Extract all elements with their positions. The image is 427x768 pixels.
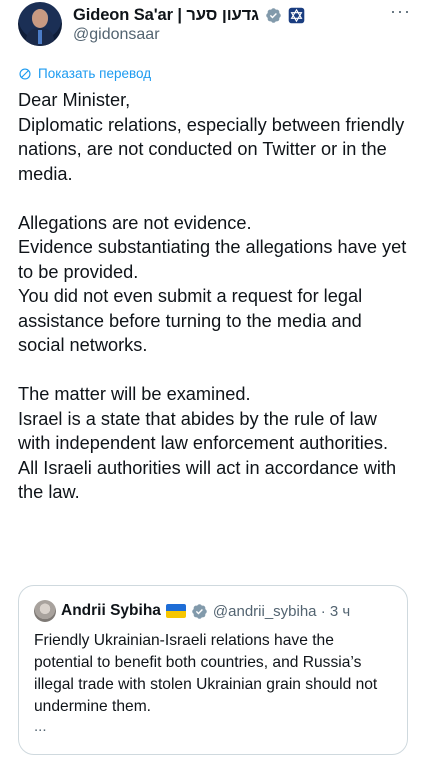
tweet-body: Dear Minister, Diplomatic relations, esp…: [18, 88, 413, 505]
quoted-tweet-text: Friendly Ukrainian-Israeli relations hav…: [34, 632, 378, 715]
quoted-author-name[interactable]: Andrii Sybiha: [61, 602, 161, 620]
author-name[interactable]: Gideon Sa'ar | גדעון סער: [73, 6, 259, 25]
quoted-tweet-header: Andrii Sybiha @andrii_sybiha · 3 ч: [34, 600, 350, 622]
tweet-line: The matter will be examined.: [18, 384, 251, 404]
quoted-tweet-ellipsis: ...: [34, 718, 47, 735]
quoted-author-avatar[interactable]: [34, 600, 56, 622]
tweet-line: Dear Minister,: [18, 90, 131, 110]
tweet-line: Israel is a state that abides by the rul…: [18, 408, 389, 454]
tweet-line: Diplomatic relations, especially between…: [18, 114, 405, 184]
quoted-handle-time[interactable]: @andrii_sybiha · 3 ч: [213, 603, 350, 620]
tweet-line: All Israeli authorities will act in acco…: [18, 457, 397, 503]
ukraine-flag-icon: [165, 604, 186, 618]
author-avatar[interactable]: [18, 2, 62, 46]
quoted-tweet[interactable]: Andrii Sybiha @andrii_sybiha · 3 ч Frien…: [18, 585, 408, 755]
author-name-row: Gideon Sa'ar | גדעון סער: [73, 4, 305, 26]
more-options-icon[interactable]: ···: [390, 2, 411, 20]
tweet-line: Allegations are not evidence.: [18, 212, 252, 233]
translate-icon: [19, 67, 31, 80]
tweet-line: Evidence substantiating the allegations …: [18, 237, 407, 282]
verified-badge-icon: [266, 7, 281, 23]
tweet-line: You did not even submit a request for le…: [18, 286, 363, 355]
israel-emblem-icon: [288, 7, 305, 23]
translate-label[interactable]: Показать перевод: [38, 66, 151, 81]
translate-link[interactable]: Показать перевод: [18, 66, 151, 81]
author-handle[interactable]: @gidonsaar: [73, 26, 160, 44]
verified-badge-icon: [192, 603, 207, 619]
tweet-header: Gideon Sa'ar | גדעון סער @gidonsaar ···: [18, 2, 413, 48]
